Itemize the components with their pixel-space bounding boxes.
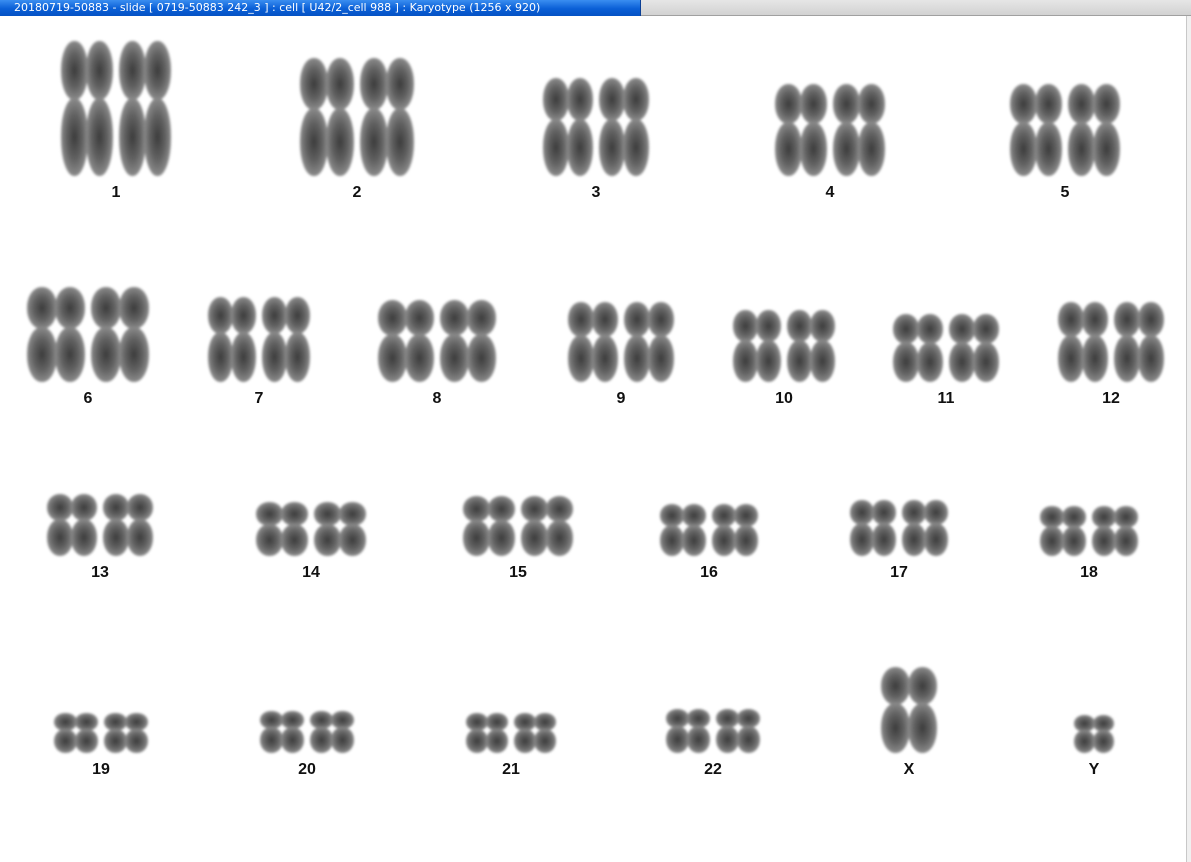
chromosome-18-copy-2[interactable] bbox=[1092, 506, 1138, 556]
chromosome-10-copy-2[interactable] bbox=[787, 310, 835, 382]
chromosome-pair-15[interactable] bbox=[460, 496, 576, 556]
chromosome-pair-2[interactable] bbox=[297, 58, 417, 176]
chromosome-label-x: X bbox=[903, 761, 915, 778]
chromosome-pair-22[interactable] bbox=[663, 709, 763, 753]
chromosome-13-copy-1[interactable] bbox=[47, 494, 97, 556]
chromosome-9-copy-1[interactable] bbox=[568, 302, 618, 382]
chromosome-pair-11[interactable] bbox=[890, 314, 1002, 382]
scrollbar-edge[interactable] bbox=[1186, 16, 1191, 862]
chromosome-11-copy-2[interactable] bbox=[949, 314, 999, 382]
chromosome-label-21: 21 bbox=[502, 761, 520, 778]
chromosome-pair-8[interactable] bbox=[375, 300, 499, 382]
chromosome-19-copy-2[interactable] bbox=[104, 713, 148, 753]
chromosome-label-3: 3 bbox=[591, 184, 601, 201]
chromosome-7-copy-2[interactable] bbox=[262, 297, 310, 382]
chromosome-label-4: 4 bbox=[825, 184, 835, 201]
chromosome-pair-13[interactable] bbox=[44, 494, 156, 556]
chromosome-5-copy-1[interactable] bbox=[1010, 84, 1062, 176]
chromosome-6-copy-2[interactable] bbox=[91, 287, 149, 382]
chromosome-label-2: 2 bbox=[352, 184, 362, 201]
chromosome-label-22: 22 bbox=[704, 761, 722, 778]
chromosome-18-copy-1[interactable] bbox=[1040, 506, 1086, 556]
chromosome-3-copy-1[interactable] bbox=[543, 78, 593, 176]
chromosome-x-copy-1[interactable] bbox=[881, 667, 937, 753]
chromosome-pair-17[interactable] bbox=[847, 500, 951, 556]
chromosome-label-14: 14 bbox=[302, 564, 320, 581]
chromosome-2-copy-2[interactable] bbox=[360, 58, 414, 176]
chromosome-8-copy-1[interactable] bbox=[378, 300, 434, 382]
chromosome-11-copy-1[interactable] bbox=[893, 314, 943, 382]
chromosome-pair-9[interactable] bbox=[565, 302, 677, 382]
chromosome-label-11: 11 bbox=[937, 390, 955, 407]
chromosome-label-16: 16 bbox=[700, 564, 718, 581]
chromosome-label-9: 9 bbox=[616, 390, 626, 407]
chromosome-1-copy-1[interactable] bbox=[61, 41, 113, 176]
chromosome-21-copy-2[interactable] bbox=[514, 713, 556, 753]
chromosome-1-copy-2[interactable] bbox=[119, 41, 171, 176]
chromosome-pair-1[interactable] bbox=[58, 41, 174, 176]
chromosome-pair-16[interactable] bbox=[657, 504, 761, 556]
chromosome-16-copy-2[interactable] bbox=[712, 504, 758, 556]
chromosome-label-12: 12 bbox=[1102, 390, 1120, 407]
chromosome-15-copy-2[interactable] bbox=[521, 496, 573, 556]
chromosome-y-copy-1[interactable] bbox=[1074, 715, 1114, 753]
chromosome-5-copy-2[interactable] bbox=[1068, 84, 1120, 176]
chromosome-pair-7[interactable] bbox=[205, 297, 313, 382]
chromosome-label-y: Y bbox=[1088, 761, 1100, 778]
chromosome-17-copy-1[interactable] bbox=[850, 500, 896, 556]
chromosome-15-copy-1[interactable] bbox=[463, 496, 515, 556]
chromosome-pair-20[interactable] bbox=[257, 711, 357, 753]
chromosome-14-copy-2[interactable] bbox=[314, 502, 366, 556]
chromosome-label-7: 7 bbox=[254, 390, 264, 407]
chromosome-6-copy-1[interactable] bbox=[27, 287, 85, 382]
chromosome-20-copy-1[interactable] bbox=[260, 711, 304, 753]
karyotype-canvas: 1 2 3 4 5 6 7 8 9 10 11 12 13 14 15 16 17 18 19 20 21 22 X Y bbox=[0, 17, 1186, 862]
chromosome-7-copy-1[interactable] bbox=[208, 297, 256, 382]
chromosome-label-20: 20 bbox=[298, 761, 316, 778]
chromosome-9-copy-2[interactable] bbox=[624, 302, 674, 382]
chromosome-13-copy-2[interactable] bbox=[103, 494, 153, 556]
chromosome-pair-10[interactable] bbox=[730, 310, 838, 382]
chromosome-10-copy-1[interactable] bbox=[733, 310, 781, 382]
chromosome-pair-14[interactable] bbox=[253, 502, 369, 556]
chromosome-3-copy-2[interactable] bbox=[599, 78, 649, 176]
chromosome-pair-12[interactable] bbox=[1055, 302, 1167, 382]
chromosome-label-8: 8 bbox=[432, 390, 442, 407]
chromosome-2-copy-1[interactable] bbox=[300, 58, 354, 176]
chromosome-pair-x[interactable] bbox=[878, 667, 940, 753]
chromosome-8-copy-2[interactable] bbox=[440, 300, 496, 382]
chromosome-label-15: 15 bbox=[509, 564, 527, 581]
chromosome-22-copy-2[interactable] bbox=[716, 709, 760, 753]
chromosome-pair-4[interactable] bbox=[772, 84, 888, 176]
chromosome-pair-21[interactable] bbox=[463, 713, 559, 753]
chromosome-17-copy-2[interactable] bbox=[902, 500, 948, 556]
chromosome-4-copy-1[interactable] bbox=[775, 84, 827, 176]
chromosome-16-copy-1[interactable] bbox=[660, 504, 706, 556]
chromosome-pair-3[interactable] bbox=[540, 78, 652, 176]
karyotype-window: 20180719-50883 - slide [ 0719-50883 242_… bbox=[0, 0, 1191, 862]
chromosome-pair-18[interactable] bbox=[1037, 506, 1141, 556]
chromosome-4-copy-2[interactable] bbox=[833, 84, 885, 176]
chromosome-label-5: 5 bbox=[1060, 184, 1070, 201]
title-bar: 20180719-50883 - slide [ 0719-50883 242_… bbox=[0, 0, 1191, 16]
chromosome-pair-y[interactable] bbox=[1071, 715, 1117, 753]
chromosome-21-copy-1[interactable] bbox=[466, 713, 508, 753]
chromosome-label-13: 13 bbox=[91, 564, 109, 581]
chromosome-14-copy-1[interactable] bbox=[256, 502, 308, 556]
chromosome-12-copy-2[interactable] bbox=[1114, 302, 1164, 382]
chromosome-label-10: 10 bbox=[775, 390, 793, 407]
chromosome-20-copy-2[interactable] bbox=[310, 711, 354, 753]
window-title[interactable]: 20180719-50883 - slide [ 0719-50883 242_… bbox=[0, 0, 641, 16]
chromosome-22-copy-1[interactable] bbox=[666, 709, 710, 753]
chromosome-label-19: 19 bbox=[92, 761, 110, 778]
chromosome-label-17: 17 bbox=[890, 564, 908, 581]
chromosome-12-copy-1[interactable] bbox=[1058, 302, 1108, 382]
chromosome-pair-6[interactable] bbox=[24, 287, 152, 382]
chromosome-19-copy-1[interactable] bbox=[54, 713, 98, 753]
chromosome-label-18: 18 bbox=[1080, 564, 1098, 581]
chromosome-label-6: 6 bbox=[83, 390, 93, 407]
chromosome-pair-19[interactable] bbox=[51, 713, 151, 753]
chromosome-label-1: 1 bbox=[111, 184, 121, 201]
chromosome-pair-5[interactable] bbox=[1007, 84, 1123, 176]
